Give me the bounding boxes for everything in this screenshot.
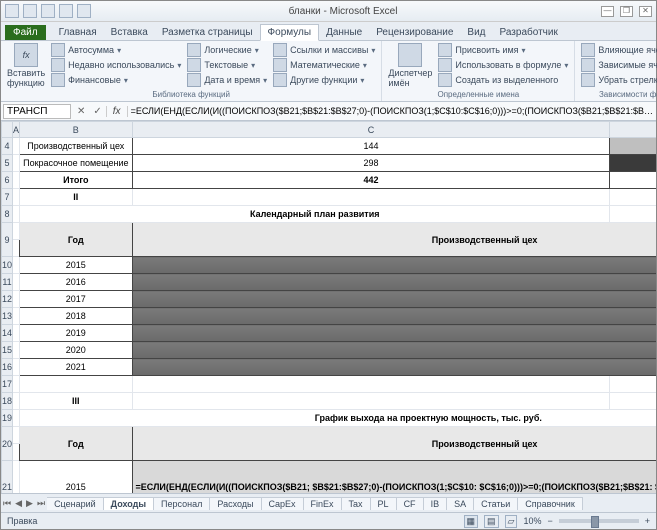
trace-precedents-button[interactable]: Влияющие ячейки bbox=[581, 43, 657, 57]
remove-arrows-button[interactable]: Убрать стрелки▾ bbox=[581, 73, 657, 87]
sheet-tab[interactable]: Персонал bbox=[154, 497, 210, 510]
formula-bar: ТРАНСП ✕ ✓ fx =ЕСЛИ(ЕНД(ЕСЛИ(И((ПОИСКПОЗ… bbox=[1, 102, 656, 121]
ribbon-tabs: Файл Главная Вставка Разметка страницы Ф… bbox=[1, 22, 656, 41]
sheet-tab[interactable]: CapEx bbox=[262, 497, 304, 510]
tab-formulas[interactable]: Формулы bbox=[260, 24, 320, 41]
tab-view[interactable]: Вид bbox=[460, 25, 492, 40]
sheet-tab[interactable]: Расходы bbox=[210, 497, 261, 510]
tab-data[interactable]: Данные bbox=[319, 25, 369, 40]
prev-sheet-button[interactable]: ◀ bbox=[13, 498, 24, 509]
lookup-button[interactable]: Ссылки и массивы▾ bbox=[273, 43, 375, 57]
sheet-tab[interactable]: Сценарий bbox=[47, 497, 104, 510]
logical-button[interactable]: Логические▾ bbox=[187, 43, 267, 57]
tab-developer[interactable]: Разработчик bbox=[493, 25, 565, 40]
tab-layout[interactable]: Разметка страницы bbox=[155, 25, 260, 40]
view-layout-icon[interactable]: ▤ bbox=[484, 515, 499, 528]
date-button[interactable]: Дата и время▾ bbox=[187, 73, 267, 87]
tab-home[interactable]: Главная bbox=[52, 25, 104, 40]
tab-insert[interactable]: Вставка bbox=[104, 25, 155, 40]
more-button[interactable]: Другие функции▾ bbox=[273, 73, 375, 87]
group-label-audit: Зависимости формул bbox=[581, 90, 657, 99]
close-icon[interactable]: ✕ bbox=[639, 6, 652, 17]
sheet-tab[interactable]: CF bbox=[397, 497, 424, 510]
zoom-in-button[interactable]: + bbox=[645, 516, 650, 526]
minimize-icon[interactable]: — bbox=[601, 6, 614, 17]
worksheet-grid[interactable]: ABCDEFGHI 4Производственный цех144201539… bbox=[1, 121, 656, 493]
next-sheet-button[interactable]: ▶ bbox=[24, 498, 35, 509]
autosum-button[interactable]: Автосумма▾ bbox=[51, 43, 181, 57]
fx-icon[interactable]: fx bbox=[106, 106, 128, 117]
sheet-tab[interactable]: FinEx bbox=[304, 497, 342, 510]
window-controls: — ❐ ✕ bbox=[601, 6, 652, 17]
last-sheet-button[interactable]: ⏭ bbox=[35, 498, 47, 509]
restore-icon[interactable]: ❐ bbox=[620, 6, 633, 17]
name-manager-button[interactable]: Диспетчер имён bbox=[388, 43, 432, 88]
cancel-icon[interactable]: ✕ bbox=[73, 106, 89, 117]
status-mode: Правка bbox=[7, 516, 37, 526]
financial-button[interactable]: Финансовые▾ bbox=[51, 73, 181, 87]
sheet-tab[interactable]: PL bbox=[371, 497, 397, 510]
group-label-lib: Библиотека функций bbox=[7, 90, 375, 99]
file-tab[interactable]: Файл bbox=[5, 25, 46, 40]
sheet-tabs: ⏮ ◀ ▶ ⏭ Сценарий Доходы Персонал Расходы… bbox=[1, 493, 656, 512]
zoom-slider[interactable] bbox=[559, 519, 639, 523]
window-title: бланки - Microsoft Excel bbox=[91, 6, 595, 17]
sheet-tab[interactable]: Доходы bbox=[104, 497, 154, 510]
sheet-tab[interactable]: SA bbox=[447, 497, 474, 510]
cell[interactable]: Производственный цех bbox=[20, 138, 133, 155]
enter-icon[interactable]: ✓ bbox=[89, 106, 105, 117]
ribbon: fxВставить функцию Автосумма▾ Недавно ис… bbox=[1, 41, 656, 102]
status-bar: Правка ▦ ▤ ▱ 10% − + bbox=[1, 512, 656, 529]
recent-button[interactable]: Недавно использовались▾ bbox=[51, 58, 181, 72]
tab-review[interactable]: Рецензирование bbox=[369, 25, 460, 40]
sheet-tab[interactable]: Справочник bbox=[518, 497, 583, 510]
formula-input[interactable]: =ЕСЛИ(ЕНД(ЕСЛИ(И((ПОИСКПОЗ($B21;$B$21:$B… bbox=[128, 106, 656, 116]
text-button[interactable]: Текстовые▾ bbox=[187, 58, 267, 72]
define-name-button[interactable]: Присвоить имя▾ bbox=[438, 43, 568, 57]
sheet-tab[interactable]: Статьи bbox=[474, 497, 518, 510]
quick-access-toolbar[interactable] bbox=[5, 4, 91, 18]
use-in-formula-button[interactable]: Использовать в формуле▾ bbox=[438, 58, 568, 72]
zoom-level[interactable]: 10% bbox=[523, 516, 541, 526]
name-box[interactable]: ТРАНСП bbox=[3, 104, 71, 119]
sheet-tab[interactable]: Tax bbox=[342, 497, 371, 510]
group-label-names: Определенные имена bbox=[388, 90, 568, 99]
math-button[interactable]: Математические▾ bbox=[273, 58, 375, 72]
sheet-tab[interactable]: IB bbox=[424, 497, 448, 510]
view-normal-icon[interactable]: ▦ bbox=[464, 515, 479, 528]
zoom-out-button[interactable]: − bbox=[547, 516, 552, 526]
first-sheet-button[interactable]: ⏮ bbox=[1, 498, 13, 509]
create-from-sel-button[interactable]: Создать из выделенного bbox=[438, 73, 568, 87]
view-break-icon[interactable]: ▱ bbox=[505, 515, 518, 528]
trace-dependents-button[interactable]: Зависимые ячейки bbox=[581, 58, 657, 72]
insert-function-button[interactable]: fxВставить функцию bbox=[7, 43, 45, 88]
